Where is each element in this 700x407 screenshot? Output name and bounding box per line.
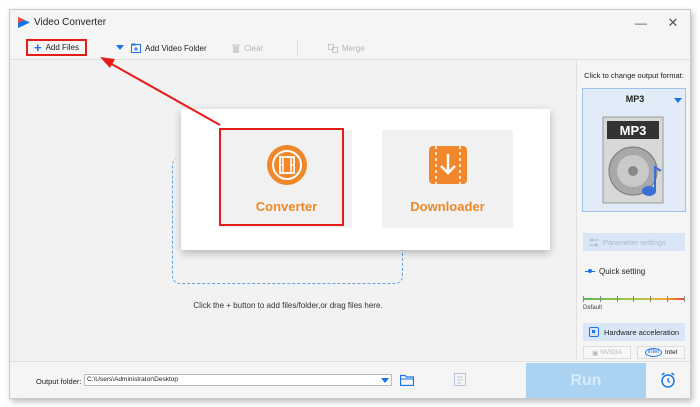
format-name: MP3 bbox=[625, 94, 645, 104]
quick-setting-label: Quick setting bbox=[599, 267, 646, 276]
merge-icon bbox=[328, 43, 338, 53]
add-files-button[interactable]: + Add Files bbox=[26, 39, 87, 56]
plus-icon: + bbox=[34, 40, 42, 55]
chip-icon bbox=[589, 327, 599, 337]
nvidia-label: NVIDIA bbox=[600, 349, 622, 356]
add-files-label: Add Files bbox=[45, 43, 79, 52]
tick-mark bbox=[599, 296, 601, 302]
add-files-dropdown-icon[interactable] bbox=[116, 45, 124, 50]
output-folder-dropdown-icon[interactable] bbox=[381, 378, 389, 383]
parameter-settings-button[interactable]: Parameter settings bbox=[583, 233, 685, 251]
window-title: Video Converter bbox=[34, 17, 107, 28]
tick-mark bbox=[583, 296, 584, 302]
add-video-folder-button[interactable]: Add Video Folder bbox=[131, 41, 207, 55]
clear-button[interactable]: Clear bbox=[232, 41, 263, 55]
file-drop-area[interactable]: Click the + button to add files/folder,o… bbox=[10, 61, 576, 361]
tick-mark bbox=[633, 296, 635, 302]
downloader-card[interactable]: Downloader bbox=[382, 130, 513, 228]
converter-highlight-box bbox=[219, 128, 344, 226]
mp3-format-icon: MP3 bbox=[602, 116, 664, 204]
close-button[interactable]: ✕ bbox=[664, 14, 682, 32]
nvidia-option[interactable]: ▣ NVIDIA bbox=[583, 346, 631, 359]
app-logo-icon bbox=[18, 17, 30, 28]
open-folder-icon[interactable] bbox=[400, 374, 414, 386]
mode-selection-popup: Converter Downloader bbox=[181, 109, 550, 250]
bottom-bar: Output folder: C:\Users\Administrator\De… bbox=[10, 361, 690, 398]
folder-add-icon bbox=[131, 43, 141, 53]
gpu-options: ▣ NVIDIA intel Intel bbox=[583, 346, 685, 360]
clear-label: Clear bbox=[244, 43, 264, 53]
toolbar-divider bbox=[297, 41, 298, 55]
tick-mark bbox=[650, 296, 652, 302]
title-bar: Video Converter — ✕ bbox=[10, 10, 690, 36]
alarm-clock-icon[interactable] bbox=[660, 372, 676, 388]
merge-button[interactable]: Merge bbox=[328, 41, 365, 55]
drop-hint-text: Click the + button to add files/folder,o… bbox=[193, 301, 383, 310]
format-dropdown-icon[interactable] bbox=[674, 98, 682, 103]
toolbar: + Add Files Add Video Folder Clear Merge bbox=[10, 36, 690, 60]
quality-default-label: Default bbox=[583, 305, 603, 311]
minimize-button[interactable]: — bbox=[632, 14, 650, 32]
output-settings-panel: Click to change output format: MP3 MP3 P bbox=[576, 61, 690, 361]
intel-label: Intel bbox=[664, 349, 678, 356]
format-hint: Click to change output format: bbox=[584, 71, 684, 80]
hardware-acceleration-toggle[interactable]: Hardware acceleration bbox=[583, 323, 685, 341]
parameter-settings-label: Parameter settings bbox=[603, 237, 666, 247]
run-button[interactable]: Run bbox=[526, 363, 646, 398]
output-folder-label: Output folder: bbox=[36, 377, 82, 386]
nvidia-logo-icon: ▣ bbox=[592, 349, 599, 357]
download-icon bbox=[429, 146, 467, 184]
tick-mark bbox=[667, 296, 669, 302]
tick-mark bbox=[683, 296, 685, 302]
downloader-label: Downloader bbox=[410, 199, 485, 214]
quality-ticks bbox=[583, 296, 685, 302]
hardware-acceleration-label: Hardware acceleration bbox=[604, 327, 680, 337]
slider-icon bbox=[585, 268, 595, 276]
quick-setting: Quick setting bbox=[585, 267, 645, 276]
add-video-folder-label: Add Video Folder bbox=[145, 43, 207, 53]
sliders-icon bbox=[589, 238, 599, 246]
mp3-icon-text: MP3 bbox=[620, 123, 647, 138]
trash-icon bbox=[232, 44, 240, 53]
intel-logo-icon: intel bbox=[644, 348, 662, 357]
export-icon[interactable] bbox=[454, 373, 466, 386]
intel-option[interactable]: intel Intel bbox=[637, 346, 685, 359]
output-folder-field[interactable]: C:\Users\Administrator\Desktop bbox=[84, 374, 392, 386]
output-format-selector[interactable]: MP3 MP3 bbox=[582, 88, 686, 212]
tick-mark bbox=[616, 296, 618, 302]
app-window: Video Converter — ✕ + Add Files Add Vide… bbox=[9, 9, 691, 399]
merge-label: Merge bbox=[342, 43, 365, 53]
